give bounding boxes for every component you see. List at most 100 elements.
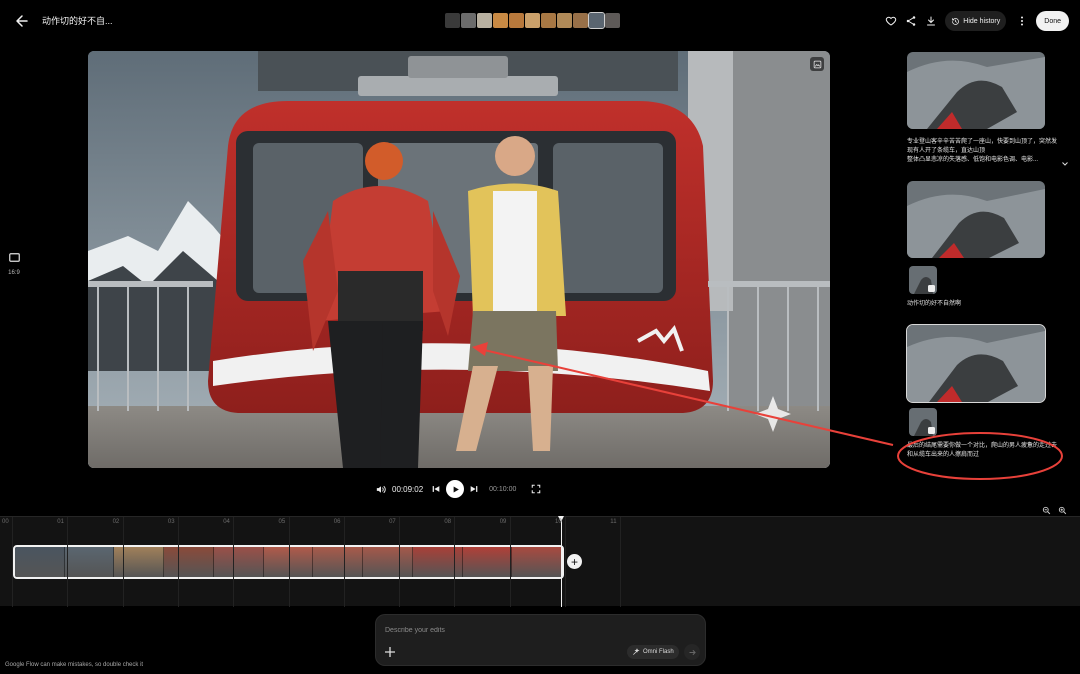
ruler-gridline: [233, 517, 235, 607]
clip-frame-thumbnail: [15, 547, 65, 577]
app-root: 动作切的好不自... Hide history Done 16:9 00:09:…: [0, 0, 1080, 674]
version-thumbnail[interactable]: [509, 13, 524, 28]
history-thumbnail: [907, 52, 1045, 129]
ruler-label: 02: [112, 519, 120, 525]
like-button[interactable]: [881, 11, 901, 31]
reference-thumbnail: [909, 408, 937, 436]
ruler-gridline: [12, 517, 13, 607]
aspect-ratio-icon: [8, 253, 20, 262]
history-prompt-3: 最后的结尾需要你做一个对比，爬山的男人疲惫的走过去和从缆车出来的人擦肩而过: [907, 443, 1058, 458]
version-thumbnail[interactable]: [541, 13, 556, 28]
back-button[interactable]: [12, 11, 32, 31]
plus-icon: [385, 647, 395, 657]
ruler-label: 08: [444, 519, 452, 525]
version-thumbnail[interactable]: [605, 13, 620, 28]
clip-frame-thumbnail: [512, 547, 562, 577]
chevron-down-icon: [1062, 162, 1068, 166]
timeline[interactable]: + 00 01 02 03 04 05 06 07 08 09 10 11: [0, 516, 1080, 607]
version-thumbnail[interactable]: [477, 13, 492, 28]
aspect-ratio-button[interactable]: 16:9: [6, 249, 22, 276]
ruler-gridline: [565, 517, 566, 607]
zoom-in-icon: [1058, 506, 1066, 514]
frame-capture-button[interactable]: [810, 57, 824, 71]
image-add-icon: [813, 60, 821, 68]
ruler-gridline: [177, 517, 179, 607]
ruler-gridline: [288, 517, 290, 607]
zoom-out-button[interactable]: [1040, 504, 1052, 516]
version-thumbnail[interactable]: [573, 13, 588, 28]
skip-next-icon: [470, 486, 478, 492]
history-prompt-2: 动作切的好不自然啊: [907, 301, 962, 307]
skip-forward-button[interactable]: [466, 481, 482, 497]
clip-frame-thumbnail: [363, 547, 413, 577]
history-prompt-1: 专业登山客辛辛苦苦爬了一座山，快要到山顶了，突然发现有人开了条缆车，直达山顶 整…: [907, 139, 1058, 163]
more-options-button[interactable]: [1012, 11, 1032, 31]
ruler-label: 10: [555, 519, 562, 525]
history-thumbnail: [907, 325, 1045, 402]
version-thumbnail[interactable]: [493, 13, 508, 28]
zoom-in-button[interactable]: [1056, 504, 1068, 516]
ruler-label: 01: [57, 519, 64, 525]
skip-previous-icon: [432, 486, 440, 492]
download-button[interactable]: [921, 11, 941, 31]
video-preview[interactable]: [88, 51, 830, 468]
playhead[interactable]: [558, 516, 565, 607]
download-icon: [927, 16, 936, 26]
current-time: 00:09:02: [392, 484, 424, 494]
ruler-label: 07: [389, 519, 396, 525]
project-title: 动作切的好不自...: [42, 16, 113, 26]
ruler-gridline: [343, 517, 345, 607]
back-arrow-icon: [16, 15, 28, 27]
history-version-1[interactable]: [907, 52, 1045, 129]
skip-back-button[interactable]: [428, 481, 444, 497]
fullscreen-button[interactable]: [528, 481, 544, 497]
ruler-label: 05: [278, 519, 286, 525]
clip-frame-thumbnail: [164, 547, 214, 577]
expand-prompt-button[interactable]: [1060, 156, 1070, 166]
history-version-2[interactable]: [907, 181, 1045, 258]
clip-frame-thumbnail: [64, 547, 115, 577]
ruler-gridline: [620, 517, 622, 607]
clip-frame-thumbnail: [213, 547, 264, 577]
volume-button[interactable]: [372, 481, 388, 497]
play-button[interactable]: [446, 480, 465, 498]
top-bar: 动作切的好不自... Hide history Done: [0, 0, 1080, 42]
disclaimer-text: Google Flow can make mistakes, so double…: [5, 662, 144, 668]
ruler-gridline: [509, 517, 511, 607]
model-selector[interactable]: Omni Flash: [627, 645, 679, 659]
edit-prompt-input[interactable]: [385, 624, 685, 636]
play-icon: [453, 486, 459, 492]
timeline-zoom-controls: [1040, 504, 1068, 516]
ruler-gridline: [399, 517, 401, 607]
version-thumbnail[interactable]: [588, 12, 605, 29]
version-thumbnail[interactable]: [525, 13, 540, 28]
model-label: Omni Flash: [643, 649, 674, 655]
add-attachment-button[interactable]: [382, 644, 398, 660]
version-thumbnail[interactable]: [557, 13, 572, 28]
plus-icon: +: [570, 554, 578, 569]
share-button[interactable]: [901, 11, 921, 31]
history-reference-1[interactable]: [909, 266, 937, 294]
aspect-ratio-label: 16:9: [8, 270, 20, 276]
ruler-label: 04: [223, 519, 230, 525]
hide-history-button[interactable]: Hide history: [945, 11, 1007, 31]
fullscreen-icon: [532, 484, 541, 494]
reference-thumbnail: [909, 266, 937, 294]
send-button[interactable]: [684, 644, 700, 660]
version-thumbnail-strip: [445, 12, 620, 29]
history-version-3-selected[interactable]: [906, 324, 1046, 403]
sparkle-wand-icon: [633, 648, 640, 655]
clip-frame-thumbnail: [462, 547, 513, 577]
version-thumbnail[interactable]: [461, 13, 476, 28]
ruler-gridline: [67, 517, 69, 607]
arrow-right-icon: [689, 649, 696, 655]
ruler-label: 03: [167, 519, 175, 525]
video-frame-illustration: [88, 51, 830, 468]
version-thumbnail[interactable]: [445, 13, 460, 28]
share-icon: [907, 16, 916, 26]
done-button[interactable]: Done: [1036, 11, 1069, 31]
history-reference-2[interactable]: [909, 408, 937, 436]
clip-frame-thumbnail: [313, 547, 364, 577]
add-clip-button[interactable]: +: [567, 554, 582, 569]
ruler-label: 09: [499, 519, 507, 525]
